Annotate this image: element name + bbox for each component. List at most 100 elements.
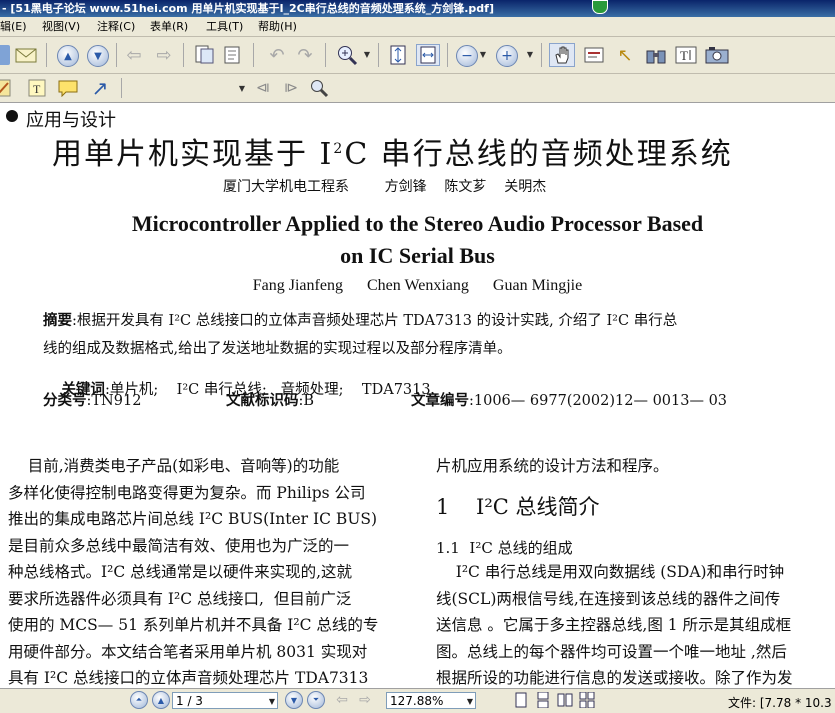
menu-tools[interactable]: 工具(T): [206, 17, 243, 36]
last-page-button[interactable]: ⏷: [307, 691, 325, 709]
document-code: 文献标识码:B: [226, 389, 314, 410]
articleno-label: 文章编号: [411, 392, 469, 409]
abstract-line1: 摘要:根据开发具有 I²C 总线接口的立体声音频处理芯片 TDA7313 的设计…: [43, 309, 677, 330]
find-next-icon[interactable]: ⧐: [280, 78, 302, 98]
class-label: 分类号: [43, 392, 87, 409]
next-page-button[interactable]: ▼: [87, 45, 109, 67]
fit-page-icon[interactable]: [386, 44, 410, 66]
title-chinese: 用单片机实现基于 I2C 串行总线的音频处理系统: [52, 129, 733, 173]
doccode-value: :B: [298, 393, 315, 409]
article-number: 文章编号:1006— 6977(2002)12— 0013— 03: [411, 389, 727, 410]
save-pages-icon[interactable]: [192, 44, 216, 66]
status-back-icon[interactable]: ⇦: [333, 691, 351, 709]
section1-heading: 1 I²C 总线简介: [436, 495, 600, 519]
arrow-icon[interactable]: ↗: [88, 76, 112, 100]
menu-annotate[interactable]: 注释(C): [97, 17, 135, 36]
forward-icon[interactable]: ⇨: [152, 45, 176, 66]
binoculars-icon[interactable]: [643, 44, 669, 66]
zoom-level-dropdown-icon[interactable]: ▼: [467, 693, 473, 710]
articleno-value: :1006— 6977(2002)12— 0013— 03: [469, 393, 728, 409]
facing-icon[interactable]: [556, 691, 574, 709]
title-english-line2: on IC Serial Bus: [340, 243, 495, 268]
zoom-icon[interactable]: [334, 44, 360, 66]
back-icon[interactable]: ⇦: [122, 45, 146, 66]
title-english-line1: Microcontroller Applied to the Stereo Au…: [131, 211, 704, 236]
authors-chinese: 厦门大学机电工程系 方剑锋 陈文芗 关明杰: [223, 179, 547, 195]
menu-form[interactable]: 表单(R): [150, 17, 188, 36]
undo-icon[interactable]: ↶: [265, 45, 289, 66]
right-col-line: 送信息 。它属于多主控器总线,图 1 所示是其组成框: [436, 616, 792, 634]
menu-help[interactable]: 帮助(H): [258, 17, 297, 36]
status-bar: ⏶ ▲ 1 / 3 ▼ ▼ ⏷ ⇦ ⇨ 127.88% ▼ 文件: [7.78 …: [0, 688, 835, 713]
menu-bar: 辑(E) 视图(V) 注释(C) 表单(R) 工具(T) 帮助(H): [0, 17, 835, 37]
continuous-icon[interactable]: [534, 691, 552, 709]
menu-view[interactable]: 视图(V): [42, 17, 80, 36]
text-tool-icon[interactable]: T: [673, 44, 699, 66]
text-box-icon[interactable]: T: [26, 78, 48, 98]
zoom-dropdown-icon[interactable]: ▼: [362, 47, 372, 61]
left-col-line: 要求所选器件必须具有 I²C 总线接口, 但目前广泛: [8, 589, 352, 608]
select-icon[interactable]: ↖: [613, 44, 637, 66]
redo-icon[interactable]: ↷: [293, 45, 317, 66]
doccode-label: 文献标识码: [226, 392, 299, 409]
zoom-in-icon[interactable]: +: [496, 45, 518, 67]
left-col-line: 推出的集成电路芯片间总线 I²C BUS(Inter IC BUS): [8, 510, 378, 528]
print-icon[interactable]: [0, 45, 10, 65]
right-column: I²C 串行总线是用双向数据线 (SDA)和串行时钟 线(SCL)两根信号线,在…: [436, 559, 793, 688]
next-page-status-button[interactable]: ▼: [285, 691, 303, 709]
left-col-line: 目前,消费类电子产品(如彩电、音响等)的功能: [8, 457, 340, 475]
right-col-line: I²C 串行总线是用双向数据线 (SDA)和串行时钟: [436, 563, 785, 581]
file-size-label: 文件: [7.78 * 10.3: [728, 696, 832, 710]
section11-heading: 1.1 I²C 总线的组成: [436, 539, 573, 557]
shield-icon: [592, 0, 608, 14]
title-bar: - [51黑电子论坛 www.51hei.com 用单片机实现基于I_2C串行总…: [0, 0, 835, 17]
zoom-out-dropdown-icon[interactable]: ▼: [478, 47, 488, 61]
continuous-facing-icon[interactable]: [578, 691, 596, 709]
left-column: 目前,消费类电子产品(如彩电、音响等)的功能 多样化使得控制电路变得更为复杂。而…: [8, 453, 378, 688]
zoom-out-icon[interactable]: −: [456, 45, 478, 67]
text-select-icon[interactable]: [581, 44, 607, 66]
find-dropdown-icon[interactable]: ▼: [237, 81, 247, 95]
status-forward-icon[interactable]: ⇨: [356, 691, 374, 709]
zoom-in-dropdown-icon[interactable]: ▼: [525, 47, 535, 61]
email-icon[interactable]: [14, 45, 38, 65]
single-page-icon[interactable]: [512, 691, 530, 709]
abstract-text1: :根据开发具有 I²C 总线接口的立体声音频处理芯片 TDA7313 的设计实践…: [72, 313, 678, 329]
left-col-line: 多样化使得控制电路变得更为复杂。而 Philips 公司: [8, 483, 366, 502]
window-title: - [51黑电子论坛 www.51hei.com 用单片机实现基于I_2C串行总…: [2, 2, 494, 15]
left-col-line: 使用的 MCS— 51 系列单片机并不具备 I²C 总线的专: [8, 616, 379, 634]
main-toolbar: ▲ ▼ ⇦ ⇨ ↶ ↷ ▼ − ▼ + ▼ ↖ T: [0, 37, 835, 74]
note-icon[interactable]: [56, 78, 80, 98]
zoom-field[interactable]: 127.88% ▼: [386, 692, 476, 709]
find-previous-icon[interactable]: ⧏: [252, 78, 274, 98]
left-col-line: 种总线格式。I²C 总线通常是以硬件来实现的,这就: [8, 563, 353, 581]
page-dropdown-icon[interactable]: ▼: [269, 693, 275, 710]
properties-icon[interactable]: [220, 44, 244, 66]
right-col-line: 根据所设的功能进行信息的发送或接收。除了作为发: [436, 669, 793, 687]
zoom-value: 127.88%: [390, 694, 444, 708]
class-value: :TN912: [86, 393, 142, 409]
menu-edit[interactable]: 辑(E): [0, 17, 27, 36]
classification: 分类号:TN912: [43, 389, 141, 410]
snapshot-icon[interactable]: [704, 44, 730, 66]
pencil-icon[interactable]: [0, 78, 14, 98]
section-bullet-icon: [6, 110, 18, 122]
left-col-line: 用硬件部分。本文结合笔者采用单片机 8031 实现对: [8, 642, 368, 661]
right-col-line: 图。总线上的每个器件均可设置一个唯一地址 ,然后: [436, 642, 787, 661]
left-col-line: 具有 I²C 总线接口的立体声音频处理芯片 TDA7313: [8, 669, 369, 687]
right-col-line: 线(SCL)两根信号线,在连接到该总线的器件之间传: [436, 589, 781, 608]
hand-icon[interactable]: [549, 43, 575, 67]
svg-text:T: T: [680, 48, 688, 63]
prev-page-status-button[interactable]: ▲: [152, 691, 170, 709]
first-page-button[interactable]: ⏶: [130, 691, 148, 709]
page-number-value: 1 / 3: [176, 694, 203, 708]
abstract-label: 摘要: [43, 312, 72, 329]
title-cn-superscript: 2: [333, 141, 345, 157]
left-col-line: 是目前众多总线中最简洁有效、使用也为广泛的一: [8, 536, 350, 555]
page-number-field[interactable]: 1 / 3 ▼: [172, 692, 278, 709]
search-icon[interactable]: [308, 78, 330, 98]
svg-text:T: T: [33, 82, 41, 96]
document-page: 应用与设计 用单片机实现基于 I2C 串行总线的音频处理系统 厦门大学机电工程系…: [0, 103, 835, 688]
fit-width-icon[interactable]: [416, 44, 440, 66]
previous-page-button[interactable]: ▲: [57, 45, 79, 67]
